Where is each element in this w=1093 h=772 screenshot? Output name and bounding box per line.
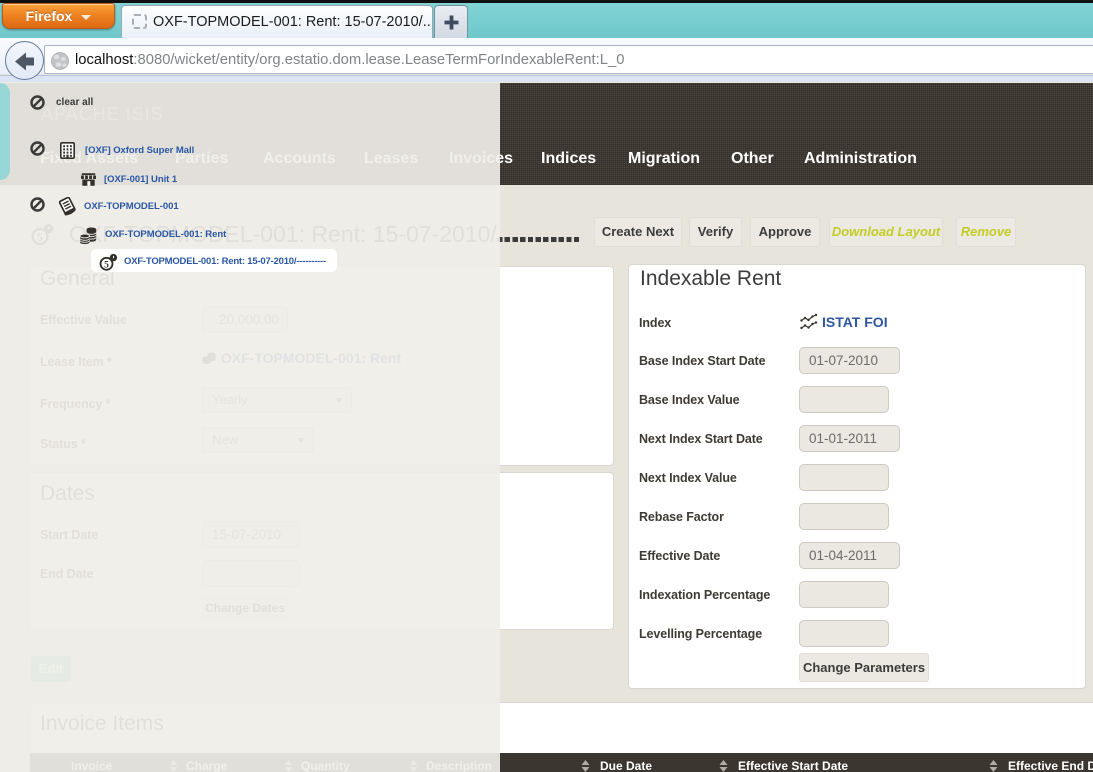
svg-text:5: 5 [104, 261, 109, 271]
